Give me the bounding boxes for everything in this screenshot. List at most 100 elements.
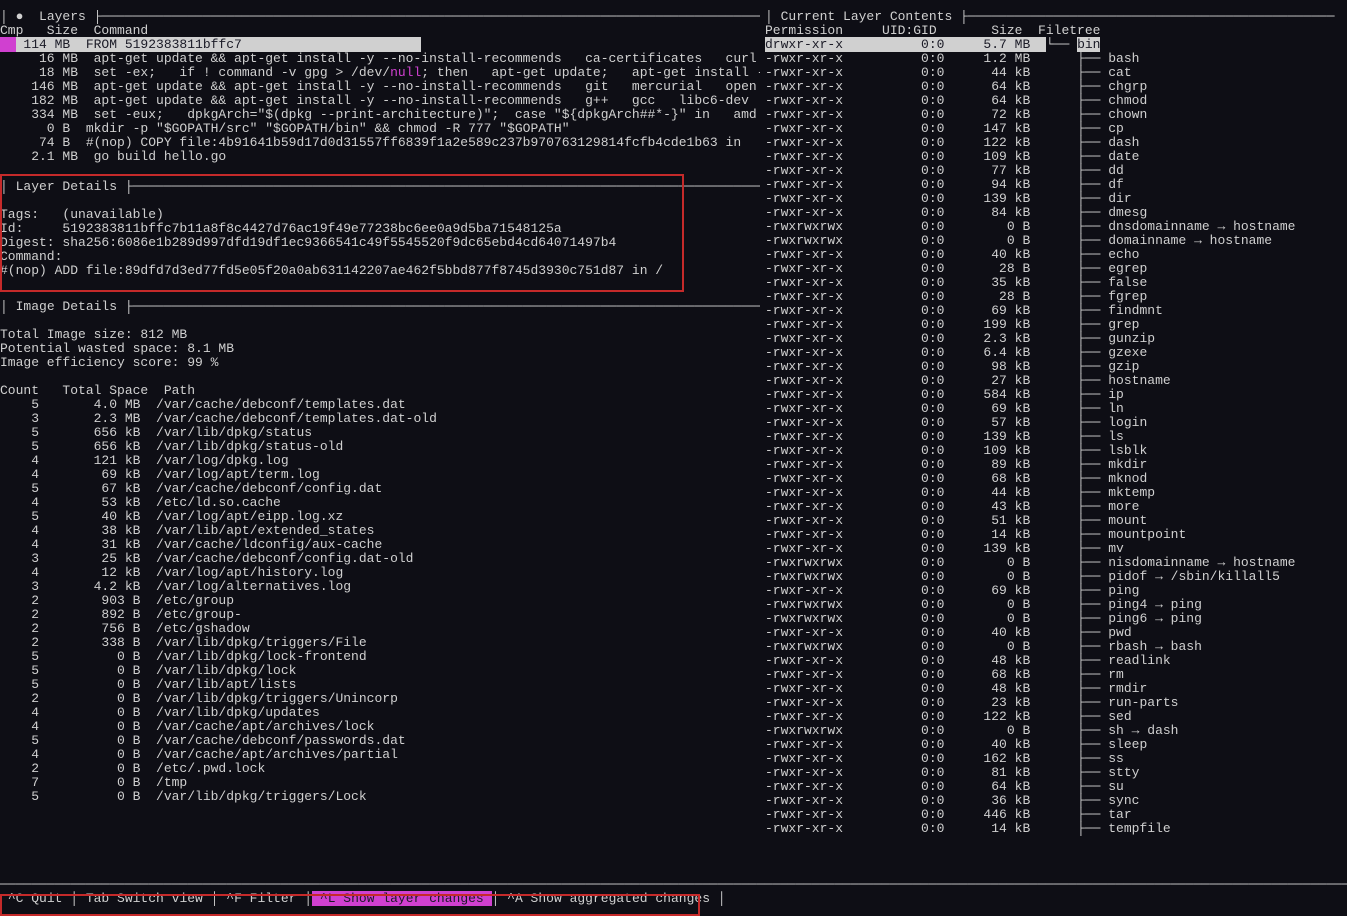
quit-key[interactable]: ^C Quit [8,891,63,906]
filetree-item[interactable]: -rwxrwxrwx 0:0 0 B ├── nisdomainname → h… [765,556,1345,570]
filetree-item[interactable]: -rwxr-xr-x 0:0 64 kB ├── chgrp [765,80,1345,94]
filetree-item[interactable]: -rwxr-xr-x 0:0 2.3 kB ├── gunzip [765,332,1345,346]
layers-header-line: │ ● Layers ├────────────────────────────… [0,10,760,24]
filetree-item[interactable]: -rwxr-xr-x 0:0 446 kB ├── tar [765,808,1345,822]
filetree-item[interactable]: -rwxr-xr-x 0:0 36 kB ├── sync [765,794,1345,808]
filetree-item[interactable]: -rwxr-xr-x 0:0 57 kB ├── login [765,416,1345,430]
layer-tags: Tags: (unavailable) [0,208,760,222]
filetree-item[interactable]: -rwxrwxrwx 0:0 0 B ├── ping4 → ping [765,598,1345,612]
filetree-item[interactable]: -rwxr-xr-x 0:0 98 kB ├── gzip [765,360,1345,374]
img-total: Total Image size: 812 MB [0,328,760,342]
filetree-item[interactable]: -rwxr-xr-x 0:0 68 kB ├── mknod [765,472,1345,486]
layer-row[interactable]: 16 MB apt-get update && apt-get install … [0,52,760,66]
filetree-item[interactable]: -rwxr-xr-x 0:0 89 kB ├── mkdir [765,458,1345,472]
layer-row[interactable]: 114 MB FROM 5192383811bffc7 [0,38,760,52]
filetree-item[interactable]: -rwxr-xr-x 0:0 43 kB ├── more [765,500,1345,514]
table-row: 4 0 B /var/cache/apt/archives/partial [0,748,760,762]
filter-key[interactable]: ^F Filter [226,891,296,906]
filetree-item[interactable]: -rwxr-xr-x 0:0 69 kB ├── findmnt [765,304,1345,318]
layer-row[interactable]: 146 MB apt-get update && apt-get install… [0,80,760,94]
filetree-item[interactable]: -rwxr-xr-x 0:0 48 kB ├── readlink [765,654,1345,668]
filetree-item[interactable]: -rwxrwxrwx 0:0 0 B ├── ping6 → ping [765,612,1345,626]
filetree-item[interactable]: -rwxr-xr-x 0:0 44 kB ├── cat [765,66,1345,80]
filetree-item[interactable]: -rwxr-xr-x 0:0 64 kB ├── su [765,780,1345,794]
filetree-item[interactable]: -rwxr-xr-x 0:0 48 kB ├── rmdir [765,682,1345,696]
filetree-item[interactable]: -rwxr-xr-x 0:0 139 kB ├── mv [765,542,1345,556]
contents-columns: Permission UID:GID Size Filetree [765,24,1345,38]
filetree-item[interactable]: -rwxr-xr-x 0:0 14 kB ├── mountpoint [765,528,1345,542]
filetree-item[interactable]: -rwxr-xr-x 0:0 72 kB ├── chown [765,108,1345,122]
filetree-item[interactable]: -rwxrwxrwx 0:0 0 B ├── pidof → /sbin/kil… [765,570,1345,584]
filetree-item[interactable]: -rwxr-xr-x 0:0 27 kB ├── hostname [765,374,1345,388]
image-details-panel: │ Image Details ├───────────────────────… [0,300,760,804]
filetree-item[interactable]: -rwxr-xr-x 0:0 84 kB ├── dmesg [765,206,1345,220]
filetree-item[interactable]: -rwxr-xr-x 0:0 51 kB ├── mount [765,514,1345,528]
layers-columns: Cmp Size Command [0,24,760,38]
layer-cmd: #(nop) ADD file:89dfd7d3ed77fd5e05f20a0a… [0,264,760,278]
table-row: 2 0 B /etc/.pwd.lock [0,762,760,776]
table-row: 4 53 kB /etc/ld.so.cache [0,496,760,510]
filetree-item[interactable]: -rwxr-xr-x 0:0 35 kB ├── false [765,276,1345,290]
filetree-item[interactable]: -rwxr-xr-x 0:0 28 B ├── fgrep [765,290,1345,304]
filetree-item[interactable]: -rwxr-xr-x 0:0 68 kB ├── rm [765,668,1345,682]
table-row: 4 31 kB /var/cache/ldconfig/aux-cache [0,538,760,552]
table-row: 5 0 B /var/lib/apt/lists [0,678,760,692]
table-row: 4 38 kB /var/lib/apt/extended_states [0,524,760,538]
filetree-item[interactable]: -rwxr-xr-x 0:0 94 kB ├── df [765,178,1345,192]
filetree-item[interactable]: -rwxr-xr-x 0:0 147 kB ├── cp [765,122,1345,136]
filetree-item[interactable]: -rwxr-xr-x 0:0 199 kB ├── grep [765,318,1345,332]
filetree-item[interactable]: -rwxrwxrwx 0:0 0 B ├── dnsdomainname → h… [765,220,1345,234]
table-row: 5 0 B /var/lib/dpkg/lock-frontend [0,650,760,664]
table-row: 2 338 B /var/lib/dpkg/triggers/File [0,636,760,650]
layer-row[interactable]: 334 MB set -eux; dpkgArch="$(dpkg --prin… [0,108,760,122]
table-row: 3 2.3 MB /var/cache/debconf/templates.da… [0,412,760,426]
table-row: 4 0 B /var/cache/apt/archives/lock [0,720,760,734]
filetree-item[interactable]: -rwxr-xr-x 0:0 81 kB ├── stty [765,766,1345,780]
layer-row[interactable]: 18 MB set -ex; if ! command -v gpg > /de… [0,66,760,80]
filetree-item[interactable]: -rwxr-xr-x 0:0 109 kB ├── lsblk [765,444,1345,458]
filetree-item[interactable]: -rwxr-xr-x 0:0 40 kB ├── sleep [765,738,1345,752]
filetree-item[interactable]: -rwxr-xr-x 0:0 122 kB ├── dash [765,136,1345,150]
table-row: 5 67 kB /var/cache/debconf/config.dat [0,482,760,496]
filetree-item[interactable]: -rwxr-xr-x 0:0 23 kB ├── run-parts [765,696,1345,710]
filetree-item[interactable]: -rwxr-xr-x 0:0 77 kB ├── dd [765,164,1345,178]
contents-header-line: │ Current Layer Contents ├──────────────… [765,10,1345,24]
filetree-item[interactable]: -rwxrwxrwx 0:0 0 B ├── domainname → host… [765,234,1345,248]
table-row: 5 4.0 MB /var/cache/debconf/templates.da… [0,398,760,412]
tab-key[interactable]: Tab Switch view [86,891,203,906]
filetree-item[interactable]: -rwxrwxrwx 0:0 0 B ├── rbash → bash [765,640,1345,654]
footer-bar: ^C Quit │ Tab Switch view │ ^F Filter │ … [0,892,726,906]
filetree-item[interactable]: -rwxr-xr-x 0:0 109 kB ├── date [765,150,1345,164]
img-eff: Image efficiency score: 99 % [0,356,760,370]
img-wasted: Potential wasted space: 8.1 MB [0,342,760,356]
layer-row[interactable]: 182 MB apt-get update && apt-get install… [0,94,760,108]
aggregated-key[interactable]: ^A Show aggregated changes [507,891,710,906]
filetree-item[interactable]: -rwxr-xr-x 0:0 584 kB ├── ip [765,388,1345,402]
filetree-item[interactable]: -rwxr-xr-x 0:0 64 kB ├── chmod [765,94,1345,108]
filetree-item[interactable]: -rwxr-xr-x 0:0 44 kB ├── mktemp [765,486,1345,500]
filetree-item[interactable]: -rwxr-xr-x 0:0 122 kB ├── sed [765,710,1345,724]
layer-row[interactable]: 0 B mkdir -p "$GOPATH/src" "$GOPATH/bin"… [0,122,760,136]
table-row: 2 0 B /var/lib/dpkg/triggers/Unincorp [0,692,760,706]
layer-row[interactable]: 74 B #(nop) COPY file:4b91641b59d17d0d31… [0,136,760,150]
filetree-item[interactable]: -rwxr-xr-x 0:0 139 kB ├── ls [765,430,1345,444]
filetree-item[interactable]: -rwxr-xr-x 0:0 40 kB ├── echo [765,248,1345,262]
filetree-item[interactable]: -rwxr-xr-x 0:0 162 kB ├── ss [765,752,1345,766]
filetree-item[interactable]: -rwxr-xr-x 0:0 69 kB ├── ln [765,402,1345,416]
table-row: 5 0 B /var/cache/debconf/passwords.dat [0,734,760,748]
layer-changes-key[interactable]: ^L Show layer changes [312,891,491,906]
table-row: 2 903 B /etc/group [0,594,760,608]
filetree-item[interactable]: -rwxr-xr-x 0:0 28 B ├── egrep [765,262,1345,276]
filetree-item[interactable]: -rwxrwxrwx 0:0 0 B ├── sh → dash [765,724,1345,738]
filetree-item[interactable]: -rwxr-xr-x 0:0 69 kB ├── ping [765,584,1345,598]
table-row: 5 0 B /var/lib/dpkg/triggers/Lock [0,790,760,804]
filetree-item[interactable]: -rwxr-xr-x 0:0 40 kB ├── pwd [765,626,1345,640]
filetree-item[interactable]: -rwxr-xr-x 0:0 14 kB ├── tempfile [765,822,1345,836]
filetree-item[interactable]: -rwxr-xr-x 0:0 1.2 MB ├── bash [765,52,1345,66]
filetree-item[interactable]: -rwxr-xr-x 0:0 139 kB ├── dir [765,192,1345,206]
table-row: 4 69 kB /var/log/apt/term.log [0,468,760,482]
filetree-item[interactable]: -rwxr-xr-x 0:0 6.4 kB ├── gzexe [765,346,1345,360]
layer-row[interactable]: 2.1 MB go build hello.go [0,150,760,164]
table-row: 3 25 kB /var/cache/debconf/config.dat-ol… [0,552,760,566]
filetree-dir[interactable]: drwxr-xr-x 0:0 5.7 MB └── bin [765,38,1345,52]
